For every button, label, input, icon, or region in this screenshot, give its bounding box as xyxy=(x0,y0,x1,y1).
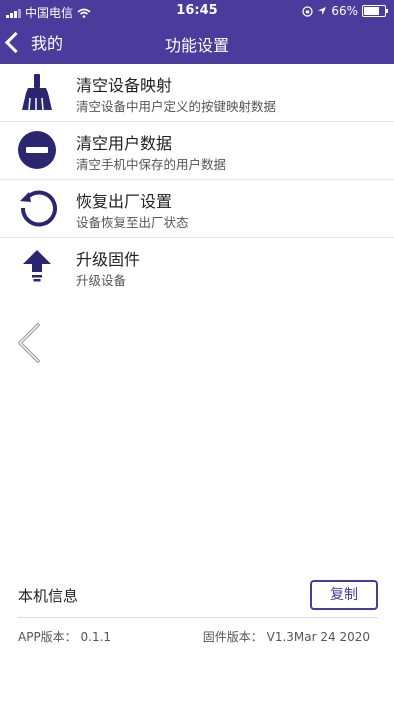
page-title: 功能设置 xyxy=(164,36,229,55)
restore-icon xyxy=(20,190,57,227)
list-item-clear-device-mapping[interactable]: 清空设备映射 清空设备中用户定义的按键映射数据 xyxy=(0,64,394,122)
status-bar: 中国电信 16:45 66% xyxy=(0,0,394,22)
orientation-lock-icon xyxy=(302,5,313,17)
item-subtitle: 升级设备 xyxy=(76,273,127,288)
firmware-version-value: V1.3Mar 24 2020 xyxy=(266,630,370,644)
item-subtitle: 清空手机中保存的用户数据 xyxy=(76,157,227,172)
list-item-upgrade-firmware[interactable]: 升级固件 升级设备 xyxy=(0,238,394,295)
battery-percent: 66% xyxy=(331,4,358,18)
item-title: 清空设备映射 xyxy=(76,76,173,95)
minus-circle-icon xyxy=(18,131,56,169)
battery-icon xyxy=(362,5,388,17)
copy-button[interactable]: 复制 xyxy=(310,580,378,610)
location-icon xyxy=(318,7,327,15)
item-subtitle: 设备恢复至出厂状态 xyxy=(76,215,189,230)
item-title: 清空用户数据 xyxy=(76,134,173,153)
list-item-factory-reset[interactable]: 恢复出厂设置 设备恢复至出厂状态 xyxy=(0,180,394,238)
firmware-version: 固件版本： V1.3Mar 24 2020 xyxy=(203,628,370,645)
app-version-label: APP版本： xyxy=(18,630,77,644)
top-bar: 中国电信 16:45 66% 我的 功能设置 xyxy=(0,0,394,64)
item-title: 恢复出厂设置 xyxy=(76,192,173,211)
firmware-version-label: 固件版本： xyxy=(202,630,263,644)
item-title: 升级固件 xyxy=(76,250,141,269)
swipe-back-arrow-icon[interactable] xyxy=(14,322,44,364)
settings-list: 清空设备映射 清空设备中用户定义的按键映射数据 清空用户数据 清空手机中保存的用… xyxy=(0,64,394,295)
device-info-label: 本机信息 xyxy=(18,587,79,605)
divider xyxy=(18,617,378,618)
upgrade-arrow-icon xyxy=(23,250,51,282)
app-version-value: 0.1.1 xyxy=(80,630,112,644)
list-item-clear-user-data[interactable]: 清空用户数据 清空手机中保存的用户数据 xyxy=(0,122,394,180)
item-subtitle: 清空设备中用户定义的按键映射数据 xyxy=(76,99,277,114)
broom-icon xyxy=(22,74,52,111)
app-version: APP版本： 0.1.1 xyxy=(18,628,111,645)
